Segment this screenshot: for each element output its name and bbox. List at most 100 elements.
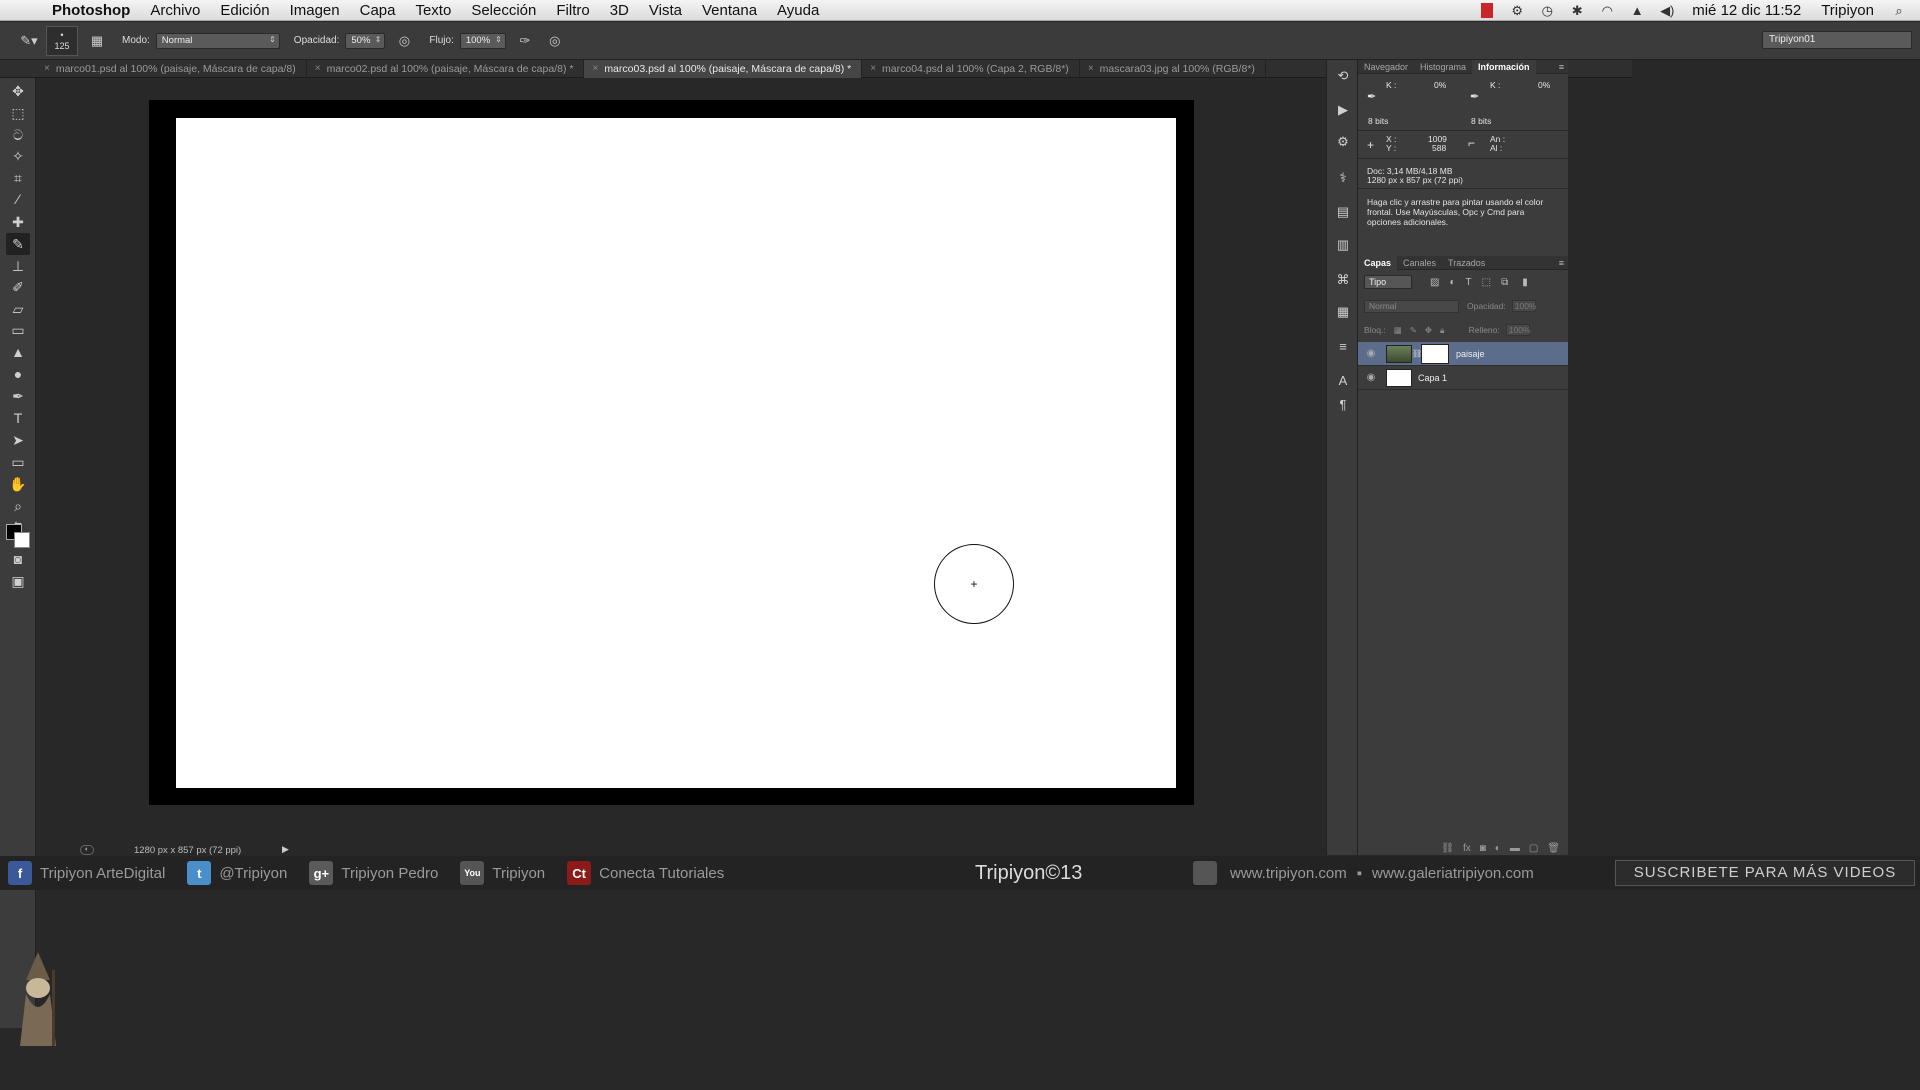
layer-thumbnail[interactable] [1386, 368, 1412, 387]
eraser-tool-icon[interactable]: ▱ [6, 298, 30, 320]
tab-capas[interactable]: Capas [1358, 255, 1398, 270]
brush-picker[interactable]: • 125 [46, 25, 78, 56]
menubar-user[interactable]: Tripiyon [1811, 2, 1884, 19]
menu-archivo[interactable]: Archivo [140, 2, 210, 19]
link-layers-icon[interactable]: ⛓ [1441, 843, 1454, 854]
status-menu-icon[interactable]: ◐ [80, 845, 94, 855]
menu-photoshop[interactable]: Photoshop [42, 2, 140, 19]
swatches-panel-icon[interactable]: ▤ [1333, 202, 1353, 222]
type-tool-icon[interactable]: T [6, 407, 30, 429]
facebook-link[interactable]: f Tripiyon ArteDigital [8, 861, 165, 885]
eye-icon[interactable]: ◉ [1358, 348, 1384, 359]
add-mask-icon[interactable]: ◙ [1480, 843, 1486, 854]
tab-informacion[interactable]: Información [1472, 59, 1536, 74]
adjustment-filter-icon[interactable]: ◐ [1449, 277, 1455, 288]
clone-source-panel-icon[interactable]: ⌘ [1333, 270, 1353, 290]
pixel-filter-icon[interactable]: ▨ [1430, 277, 1439, 288]
wifi-icon[interactable]: ◠ [1596, 3, 1618, 19]
menu-imagen[interactable]: Imagen [280, 2, 350, 19]
status-arrow-icon[interactable]: ▶ [282, 844, 289, 855]
flow-field[interactable]: 100% [459, 32, 506, 49]
marquee-tool-icon[interactable]: ⬚ [6, 102, 30, 124]
eye-icon[interactable]: ◉ [1358, 372, 1384, 383]
layer-thumbnail[interactable] [1386, 344, 1412, 363]
new-layer-icon[interactable]: ▢ [1529, 843, 1538, 854]
close-icon[interactable]: × [44, 63, 50, 74]
blur-tool-icon[interactable]: ▲ [6, 341, 30, 363]
dodge-tool-icon[interactable]: ● [6, 363, 30, 385]
eject-icon[interactable]: ▲ [1626, 3, 1648, 19]
close-icon[interactable]: × [315, 63, 321, 74]
layer-mask-white-area[interactable] [176, 118, 1176, 788]
adjustments-panel-icon[interactable]: ⚕ [1333, 168, 1353, 188]
menu-texto[interactable]: Texto [405, 2, 461, 19]
opacity-field[interactable]: 50% [345, 32, 386, 49]
brush-panel-toggle-icon[interactable]: ▦ [86, 30, 108, 52]
conecta-link[interactable]: Ct Conecta Tutoriales [567, 861, 724, 885]
tab-marco01[interactable]: × marco01.psd al 100% (paisaje, Máscara d… [36, 59, 307, 78]
tab-navegador[interactable]: Navegador [1358, 62, 1414, 72]
eyedropper-icon[interactable]: ✒ [1367, 90, 1376, 103]
gradient-tool-icon[interactable]: ▭ [6, 319, 30, 341]
lasso-tool-icon[interactable]: ට [6, 124, 30, 146]
properties-panel-icon[interactable]: ⚙ [1333, 132, 1353, 152]
crop-tool-icon[interactable]: ⌗ [6, 167, 30, 189]
background-color-swatch[interactable] [14, 532, 30, 548]
notes-panel-icon[interactable]: ▥ [1333, 235, 1353, 255]
quick-mask-icon[interactable]: ◙ [6, 548, 30, 570]
layer-name[interactable]: Capa 1 [1418, 373, 1447, 383]
layer-blend-mode[interactable]: Normal [1364, 299, 1459, 313]
menu-ayuda[interactable]: Ayuda [767, 2, 829, 19]
eyedropper-tool-icon[interactable]: ⁄ [6, 188, 30, 210]
close-icon[interactable]: × [870, 63, 876, 74]
tab-marco04[interactable]: × marco04.psd al 100% (Capa 2, RGB/8*) [862, 59, 1080, 78]
pen-tool-icon[interactable]: ✒ [6, 385, 30, 407]
web-link-2[interactable]: www.galeriatripiyon.com [1372, 865, 1534, 882]
subscribe-banner[interactable]: SUSCRIBETE PARA MÁS VIDEOS [1615, 860, 1915, 886]
layer-row-capa-1[interactable]: ◉ Capa 1 [1358, 366, 1568, 390]
twitter-link[interactable]: t @Tripiyon [187, 861, 287, 885]
brush-tool-icon[interactable]: ✎ [6, 233, 30, 255]
settings-icon[interactable]: ⚙ [1506, 3, 1528, 19]
brush-presets-panel-icon[interactable]: ≡ [1333, 336, 1353, 356]
time-machine-icon[interactable]: ◷ [1536, 3, 1558, 19]
adobe-icon[interactable] [1476, 3, 1498, 19]
healing-brush-tool-icon[interactable]: ✚ [6, 211, 30, 233]
layer-opacity-field[interactable]: 100% [1511, 300, 1537, 312]
gplus-link[interactable]: g+ Tripiyon Pedro [309, 861, 438, 885]
screen-mode-icon[interactable]: ▣ [6, 570, 30, 592]
character-panel-icon[interactable]: A [1333, 370, 1353, 390]
lock-all-icon[interactable]: 🔒︎ [1440, 325, 1445, 336]
menu-filtro[interactable]: Filtro [546, 2, 599, 19]
menu-edicion[interactable]: Edición [210, 2, 279, 19]
layer-kind-filter[interactable]: Tipo [1364, 275, 1412, 289]
tab-histograma[interactable]: Histograma [1414, 62, 1472, 72]
tab-marco03[interactable]: × marco03.psd al 100% (paisaje, Máscara d… [584, 59, 863, 78]
brush-tool-preset-icon[interactable]: ✎▾ [18, 30, 40, 52]
tab-mascara03[interactable]: × mascara03.jpg al 100% (RGB/8*) [1080, 59, 1266, 78]
tool-presets-panel-icon[interactable]: ▦ [1333, 302, 1353, 322]
layer-mask-thumbnail[interactable] [1421, 343, 1449, 364]
layer-name[interactable]: paisaje [1456, 349, 1485, 359]
menu-seleccion[interactable]: Selección [461, 2, 546, 19]
close-icon[interactable]: × [592, 63, 598, 74]
fill-field[interactable]: 100% [1505, 324, 1531, 336]
tab-trazados[interactable]: Trazados [1442, 258, 1491, 268]
link-icon[interactable]: ⛓ [1412, 349, 1422, 358]
mode-select[interactable]: Normal [155, 32, 280, 49]
panel-menu-icon[interactable]: ≡ [1559, 62, 1564, 72]
volume-icon[interactable]: ◀) [1656, 3, 1678, 19]
menu-3d[interactable]: 3D [600, 2, 639, 19]
filter-toggle-icon[interactable]: ▮ [1522, 277, 1528, 288]
airbrush-icon[interactable]: ✑ [514, 30, 536, 52]
shape-tool-icon[interactable]: ▭ [6, 451, 30, 473]
hand-tool-icon[interactable]: ✋ [6, 473, 30, 495]
type-filter-icon[interactable]: T [1466, 277, 1472, 288]
close-icon[interactable]: × [1088, 63, 1094, 74]
pressure-size-icon[interactable]: ◎ [544, 30, 566, 52]
layer-style-icon[interactable]: fx [1463, 843, 1471, 854]
path-selection-tool-icon[interactable]: ➤ [6, 429, 30, 451]
lock-position-icon[interactable]: ✥ [1425, 325, 1432, 336]
new-group-icon[interactable]: ▬ [1510, 843, 1520, 854]
quick-selection-tool-icon[interactable]: ✧ [6, 145, 30, 167]
